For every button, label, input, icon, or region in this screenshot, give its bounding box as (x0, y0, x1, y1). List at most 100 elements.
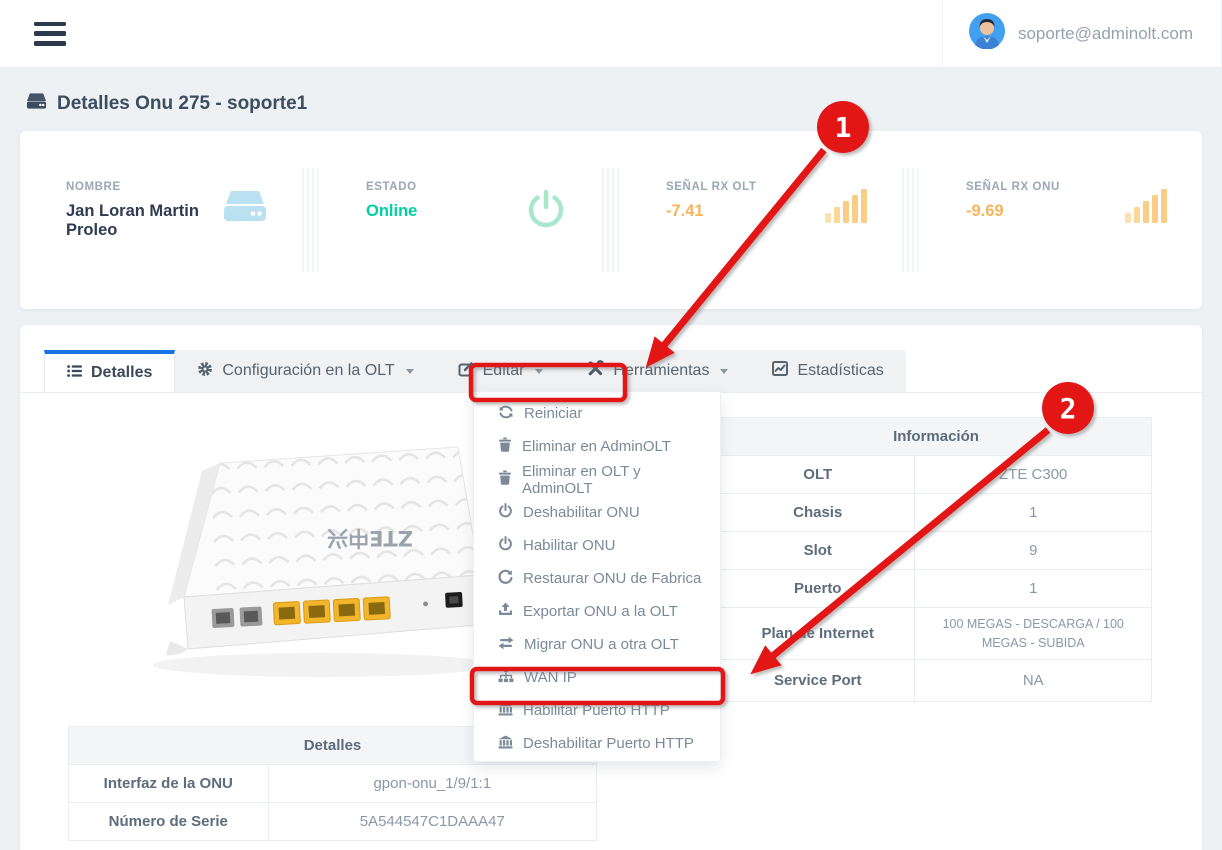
stat-senal-rx-olt: SEÑAL RX OLT -7.41 (620, 131, 902, 309)
stat-label: NOMBRE (66, 181, 222, 193)
table-row: Interfaz de la ONU gpon-onu_1/9/1:1 (69, 765, 597, 803)
menu-item-label: WAN IP (524, 669, 577, 686)
stat-value-signal: -7.41 (666, 202, 756, 221)
tabs-bar: Detalles Configuración en la OLT (20, 325, 1202, 393)
user-menu[interactable]: soporte@adminolt.com (942, 0, 1222, 67)
stats-card: NOMBRE Jan Loran Martin Proleo ESTADO On… (20, 131, 1202, 309)
menu-item-eliminar-adminolt[interactable]: Eliminar en AdminOLT (474, 430, 720, 463)
table-row: Service Port NA (721, 660, 1152, 702)
row-label: Plan de Internet (721, 608, 915, 660)
row-value: 1 (915, 570, 1152, 608)
tab-label: Detalles (91, 364, 152, 382)
sync-icon (498, 404, 514, 424)
row-label: Número de Serie (69, 803, 269, 841)
row-label: Service Port (721, 660, 915, 702)
onu-device-photo: ZTE中兴 (128, 425, 504, 698)
row-value: 5A544547C1DAAA47 (268, 803, 596, 841)
menu-item-reiniciar[interactable]: Reiniciar (474, 397, 720, 430)
upload-icon (498, 602, 513, 621)
menu-item-label: Exportar ONU a la OLT (523, 603, 678, 620)
row-value: 100 MEGAS - DESCARGA / 100 MEGAS - SUBID… (915, 608, 1152, 660)
tab-label: Configuración en la OLT (222, 362, 394, 380)
hamburger-icon[interactable] (34, 22, 66, 46)
row-label: Interfaz de la ONU (69, 765, 269, 803)
menu-item-label: Habilitar ONU (523, 537, 616, 554)
table-row: Puerto 1 (721, 570, 1152, 608)
edit-icon (458, 361, 474, 382)
row-value: 9 (915, 532, 1152, 570)
stat-label: ESTADO (366, 181, 417, 193)
user-email: soporte@adminolt.com (1018, 24, 1193, 44)
tab-herramientas[interactable]: Herramientas (565, 350, 750, 392)
menu-item-wan-ip[interactable]: WAN IP (474, 661, 720, 694)
tab-editar[interactable]: Editar (436, 350, 566, 392)
row-value: gpon-onu_1/9/1:1 (268, 765, 596, 803)
signal-bars-icon (824, 187, 868, 230)
tab-label: Editar (483, 362, 525, 380)
stat-value: Jan Loran Martin Proleo (66, 202, 222, 240)
stat-value-signal: -9.69 (966, 202, 1060, 221)
menu-item-restaurar-fabrica[interactable]: Restaurar ONU de Fabrica (474, 562, 720, 595)
table-row: Slot 9 (721, 532, 1152, 570)
page-title: Detalles Onu 275 - soporte1 (57, 93, 307, 115)
table-row: Plan de Internet 100 MEGAS - DESCARGA / … (721, 608, 1152, 660)
informacion-table: Información OLT ZTE C300 Chasis 1 Slot 9… (720, 417, 1152, 702)
power-icon (524, 187, 568, 236)
menu-item-habilitar-puerto-http[interactable]: Habilitar Puerto HTTP (474, 694, 720, 727)
menu-item-label: Deshabilitar ONU (523, 504, 640, 521)
exchange-icon (498, 636, 514, 654)
menu-item-label: Reiniciar (524, 405, 582, 422)
menu-item-habilitar-onu[interactable]: Habilitar ONU (474, 529, 720, 562)
chevron-down-icon (406, 369, 414, 374)
stat-estado: ESTADO Online (320, 131, 602, 309)
router-icon (26, 92, 47, 115)
stat-divider (902, 168, 920, 272)
menu-item-deshabilitar-onu[interactable]: Deshabilitar ONU (474, 496, 720, 529)
row-label: Puerto (721, 570, 915, 608)
tools-icon (587, 360, 604, 382)
herramientas-dropdown-menu: Reiniciar Eliminar en AdminOLT Elimi (473, 391, 721, 762)
stat-nombre: NOMBRE Jan Loran Martin Proleo (20, 131, 302, 309)
stat-label: SEÑAL RX ONU (966, 181, 1060, 193)
chevron-down-icon (535, 369, 543, 374)
menu-item-migrar-onu[interactable]: Migrar ONU a otra OLT (474, 628, 720, 661)
table-row: OLT ZTE C300 (721, 456, 1152, 494)
stat-senal-rx-onu: SEÑAL RX ONU -9.69 (920, 131, 1202, 309)
menu-item-label: Deshabilitar Puerto HTTP (523, 735, 694, 752)
table-title: Información (721, 418, 1152, 456)
sitemap-icon (498, 668, 514, 687)
table-row: Chasis 1 (721, 494, 1152, 532)
signal-bars-icon (1124, 187, 1168, 230)
stat-label: SEÑAL RX OLT (666, 181, 756, 193)
menu-item-label: Eliminar en OLT y AdminOLT (522, 463, 710, 497)
row-value: NA (915, 660, 1152, 702)
bank-icon (498, 702, 513, 720)
tab-configuracion-olt[interactable]: Configuración en la OLT (175, 350, 435, 392)
menu-item-label: Habilitar Puerto HTTP (523, 702, 670, 719)
onu-details-card: Detalles Configuración en la OLT (20, 325, 1202, 850)
stat-divider (302, 168, 320, 272)
tab-label: Herramientas (613, 362, 709, 380)
page-title-row: Detalles Onu 275 - soporte1 (0, 68, 1222, 129)
chart-icon (772, 361, 788, 381)
row-value: ZTE C300 (915, 456, 1152, 494)
top-navbar: soporte@adminolt.com (0, 0, 1222, 68)
menu-item-eliminar-olt-adminolt[interactable]: Eliminar en OLT y AdminOLT (474, 463, 720, 496)
row-label: Chasis (721, 494, 915, 532)
stat-value-online: Online (366, 202, 417, 221)
menu-item-deshabilitar-puerto-http[interactable]: Deshabilitar Puerto HTTP (474, 727, 720, 760)
tab-detalles[interactable]: Detalles (44, 350, 175, 392)
power-icon (498, 536, 513, 555)
trash-icon (498, 470, 512, 489)
power-icon (498, 503, 513, 522)
menu-item-label: Eliminar en AdminOLT (522, 438, 671, 455)
table-row: Número de Serie 5A544547C1DAAA47 (69, 803, 597, 841)
tab-estadisticas[interactable]: Estadísticas (750, 350, 905, 392)
list-icon (67, 364, 82, 383)
row-value: 1 (915, 494, 1152, 532)
menu-item-label: Restaurar ONU de Fabrica (523, 570, 701, 587)
redo-icon (498, 569, 513, 588)
device-brand-text: ZTE中兴 (327, 526, 413, 550)
router-icon (222, 187, 268, 232)
menu-item-exportar-onu[interactable]: Exportar ONU a la OLT (474, 595, 720, 628)
